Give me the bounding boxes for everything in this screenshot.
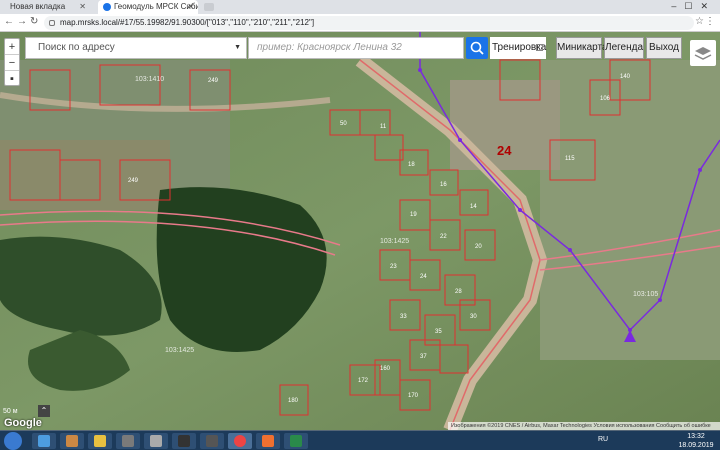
zone-label: 24 [497,143,512,158]
parcel-number: 24 [420,274,427,280]
outlook-icon [66,435,78,447]
taskbar-app[interactable] [32,433,56,449]
taskbar-app[interactable] [144,433,168,449]
app-icon [178,435,190,447]
satellite-imagery: 249 249 50 11 18 16 14 19 22 20 23 24 28… [0,32,720,430]
taskbar-app[interactable] [116,433,140,449]
parcel-number: 16 [440,182,447,188]
tab-label: Геомодуль МРСК Сибир [114,2,198,11]
taskbar-app[interactable] [172,433,196,449]
address-bar-row: ← → ↻ map.mrsks.local/#17/55.19982/91.90… [0,14,720,32]
parcel-number: 14 [470,204,477,210]
parcel-number: 106 [600,96,611,102]
map-canvas[interactable]: 249 249 50 11 18 16 14 19 22 20 23 24 28… [0,32,720,430]
parcel-number: 22 [440,234,447,240]
parcel-number: 170 [408,393,419,399]
new-tab-button[interactable] [204,3,214,11]
training-checkbox[interactable] [536,44,543,51]
search-type-select[interactable]: Поиск по адресу ▼ [25,37,247,59]
excel-icon [290,435,302,447]
taskbar-app[interactable] [200,433,224,449]
system-tray: RU 13:32 18.09.2019 [576,432,716,450]
app-icon [38,435,50,447]
tab-new-tab[interactable]: Новая вкладка ✕ [4,0,90,14]
parcel-code-label: 103:1410 [135,76,165,83]
parcel-number: 30 [470,314,477,320]
tab-geomodule[interactable]: Геомодуль МРСК Сибир ✕ [98,0,198,14]
menu-icon[interactable]: ⋮ [705,16,715,27]
parcel-number: 50 [340,121,347,127]
training-toggle[interactable]: Тренировка [490,37,546,59]
parcel-number: 249 [208,78,219,84]
parcel-number: 19 [410,212,417,218]
app-icon [262,435,274,447]
parcel-number: 249 [128,178,139,184]
parcel-number: 115 [565,156,575,162]
parcel-number: 11 [380,124,387,130]
parcel-number: 180 [288,398,299,404]
back-icon[interactable]: ← [4,16,14,27]
map-attribution: Изображения ©2019 CNES / Airbus, Maxar T… [448,422,720,430]
minimap-button[interactable]: Миникарта [556,37,608,59]
google-logo: Google [4,417,42,429]
app-icon [150,435,162,447]
chrome-icon [234,435,246,447]
parcel-number: 23 [390,264,397,270]
parcel-number: 172 [358,378,369,384]
lock-icon [49,20,55,26]
parcel-code-label: 103:1425 [380,238,410,245]
forward-icon[interactable]: → [17,16,27,27]
taskbar-excel[interactable] [284,433,308,449]
zoom-control: + − ▪ [4,38,20,86]
tab-label: Новая вкладка [10,2,66,11]
search-button[interactable] [466,37,488,59]
zoom-in-icon[interactable]: + [5,39,19,55]
parcel-code-label: 103:105 [633,291,659,298]
parcel-number: 20 [475,244,482,250]
taskbar: RU 13:32 18.09.2019 [0,430,720,450]
taskbar-app[interactable] [60,433,84,449]
scale-label: 50 м [3,408,18,415]
clock-date[interactable]: 18.09.2019 [676,442,716,449]
legend-button[interactable]: Легенда [604,37,644,59]
browser-tab-strip: Новая вкладка ✕ Геомодуль МРСК Сибир ✕ –☐✕ [0,0,720,14]
parcel-number: 140 [620,74,631,80]
search-icon [470,41,484,55]
address-search-input[interactable]: пример: Красноярск Ленина 32 [248,37,464,59]
language-indicator[interactable]: RU [598,436,608,443]
parcel-number: 35 [435,329,442,335]
parcel-number: 37 [420,354,427,360]
close-icon[interactable]: ✕ [187,0,194,14]
reload-icon[interactable]: ↻ [30,16,38,27]
chevron-down-icon: ▼ [234,44,241,51]
layers-icon [694,47,712,60]
zoom-out-icon[interactable]: − [5,55,19,71]
clock-time[interactable]: 13:32 [676,433,716,440]
parcel-number: 18 [408,162,415,168]
ruler-icon[interactable]: ▪ [5,71,19,87]
parcel-code-label: 103:1425 [165,347,195,354]
window-controls[interactable]: –☐✕ [671,1,716,12]
taskbar-chrome[interactable] [228,433,252,449]
close-icon[interactable]: ✕ [79,0,86,14]
app-icon [122,435,134,447]
app-icon [206,435,218,447]
search-type-value: Поиск по адресу [38,42,115,53]
url-text: map.mrsks.local/#17/55.19982/91.90300/["… [60,18,315,27]
parcel-number: 160 [380,366,391,372]
collapse-icon[interactable]: ⌃ [38,405,50,417]
layers-button[interactable] [690,40,716,66]
exit-button[interactable]: Выход [646,37,682,59]
favicon-icon [103,3,111,11]
start-button[interactable] [4,432,22,450]
taskbar-app[interactable] [88,433,112,449]
parcel-number: 33 [400,314,407,320]
parcel-number: 28 [455,289,462,295]
url-field[interactable]: map.mrsks.local/#17/55.19982/91.90300/["… [44,16,694,30]
star-icon[interactable]: ☆ [695,16,704,27]
folder-icon [94,435,106,447]
taskbar-app[interactable] [256,433,280,449]
